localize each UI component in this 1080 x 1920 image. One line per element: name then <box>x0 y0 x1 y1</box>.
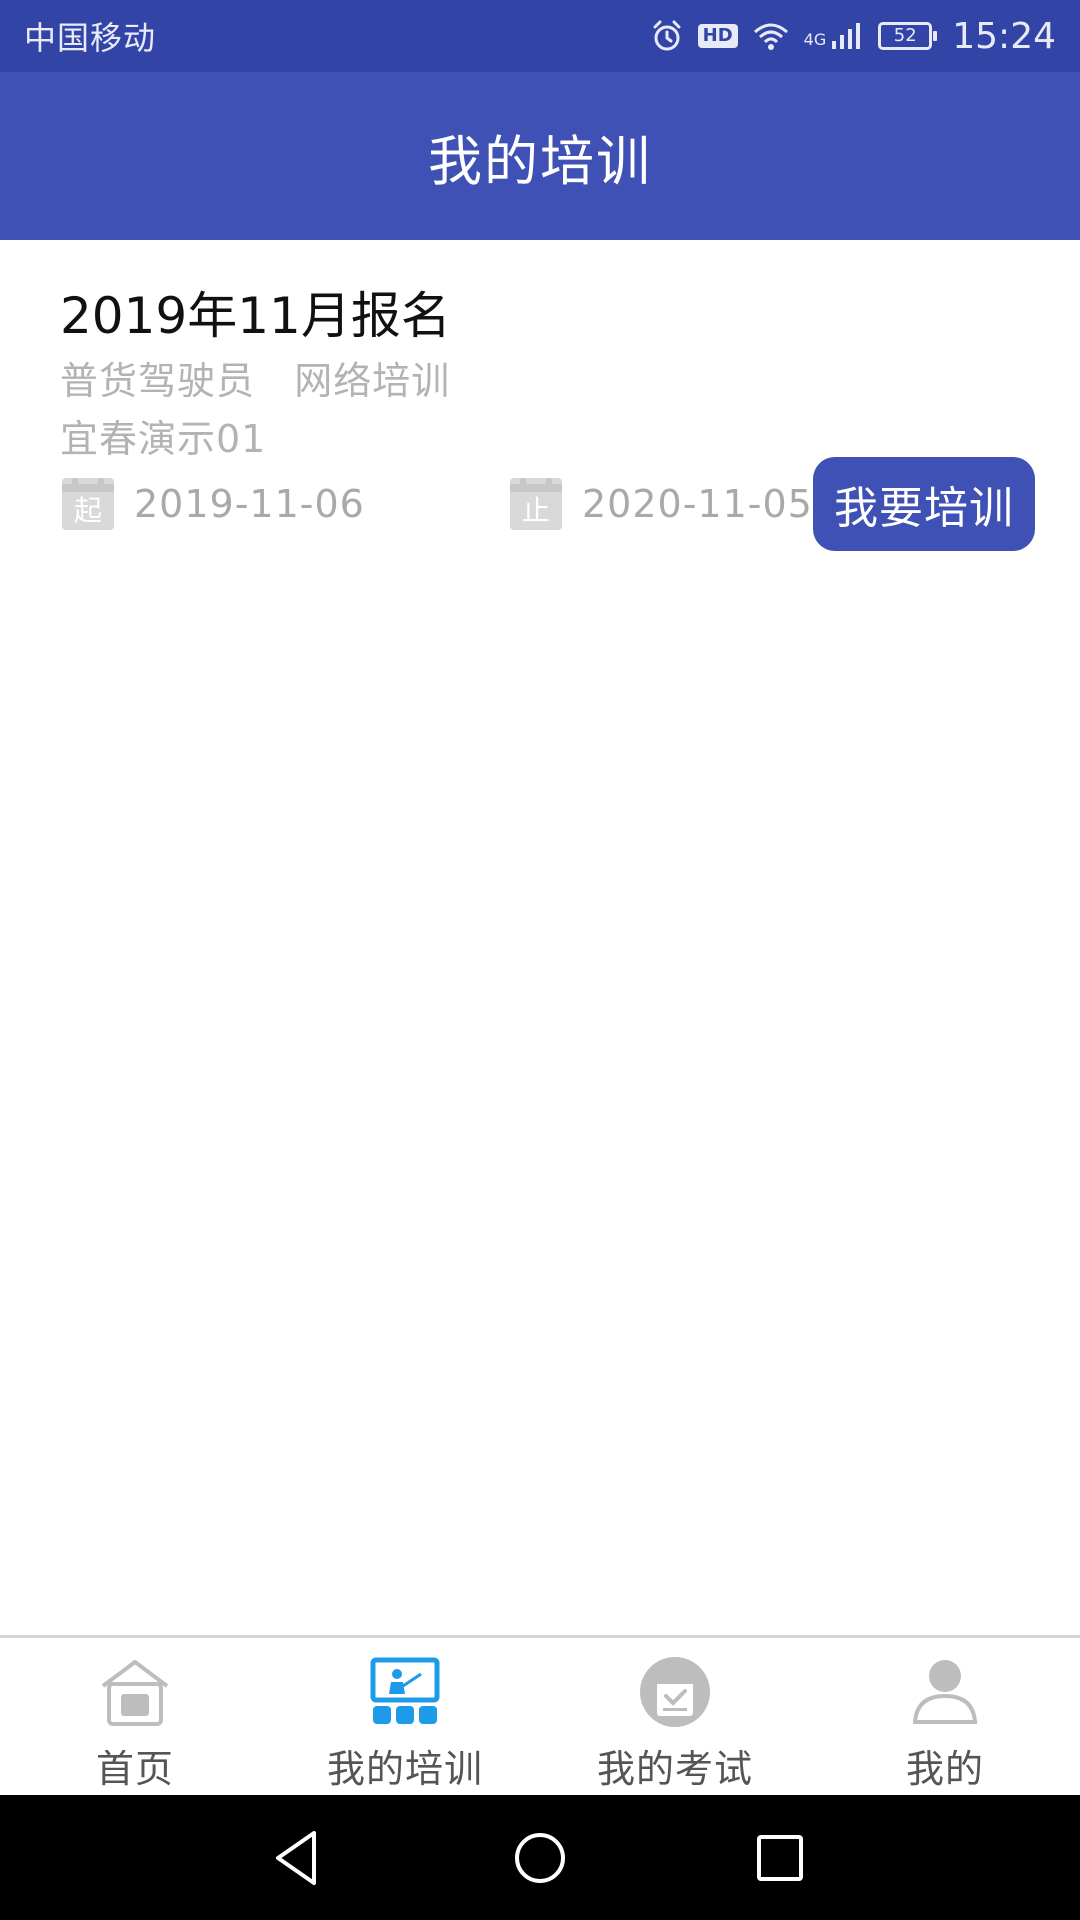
start-date-row: 起 2019-11-06 <box>62 476 365 532</box>
battery-icon: 52 <box>878 22 938 50</box>
training-title: 2019年11月报名 <box>60 287 451 345</box>
carrier-label: 中国移动 <box>24 19 157 57</box>
nav-label-training: 我的培训 <box>326 1747 483 1791</box>
status-bar: 中国移动 HD 4G 52 15:24 <box>0 0 1080 72</box>
training-organization: 宜春演示01 <box>60 417 267 461</box>
end-date: 2020-11-05 <box>582 482 813 526</box>
network-type-label: 4G <box>803 29 827 49</box>
end-calendar-icon: 止 <box>510 478 562 530</box>
nav-label-exam: 我的考试 <box>596 1747 753 1791</box>
start-calendar-icon: 起 <box>62 478 114 530</box>
start-training-button[interactable]: 我要培训 <box>813 457 1035 551</box>
nav-item-home[interactable]: 首页 <box>0 1638 270 1795</box>
exam-icon <box>640 1657 710 1727</box>
profile-icon <box>912 1660 978 1724</box>
end-calendar-char: 止 <box>521 494 550 527</box>
end-date-row: 止 2020-11-05 <box>510 476 813 532</box>
app-bar: 我的培训 <box>0 72 1080 240</box>
home-button-icon[interactable] <box>505 1825 575 1891</box>
battery-level: 52 <box>893 25 917 46</box>
nav-item-training[interactable]: 我的培训 <box>270 1638 540 1795</box>
bottom-nav: 首页 我的培训 我的考试 我的 <box>0 1635 1080 1795</box>
start-calendar-char: 起 <box>73 494 102 527</box>
start-date: 2019-11-06 <box>134 482 365 526</box>
page-title: 我的培训 <box>428 129 652 193</box>
screen: 中国移动 HD 4G 52 15:24 我的培训 2019年11月报名 普货驾驶… <box>0 0 1080 1920</box>
hd-icon: HD <box>697 24 738 48</box>
nav-item-exam[interactable]: 我的考试 <box>540 1638 810 1795</box>
home-icon <box>101 1660 169 1726</box>
alarm-icon <box>653 20 681 51</box>
nav-label-home: 首页 <box>95 1747 174 1791</box>
recent-apps-icon[interactable] <box>745 1825 815 1891</box>
nav-item-profile[interactable]: 我的 <box>810 1638 1080 1795</box>
training-card[interactable]: 2019年11月报名 普货驾驶员 网络培训 宜春演示01 起 2019-11-0… <box>0 240 1080 570</box>
wifi-icon <box>753 23 788 50</box>
training-subtitle: 普货驾驶员 网络培训 <box>60 359 451 403</box>
signal-icon <box>832 23 861 49</box>
status-icons: HD 4G 52 15:24 <box>650 16 1056 57</box>
system-nav-bar <box>0 1795 1080 1920</box>
training-icon <box>370 1657 440 1724</box>
clock: 15:24 <box>952 15 1056 57</box>
back-icon[interactable] <box>264 1825 334 1891</box>
nav-label-profile: 我的 <box>905 1747 984 1791</box>
